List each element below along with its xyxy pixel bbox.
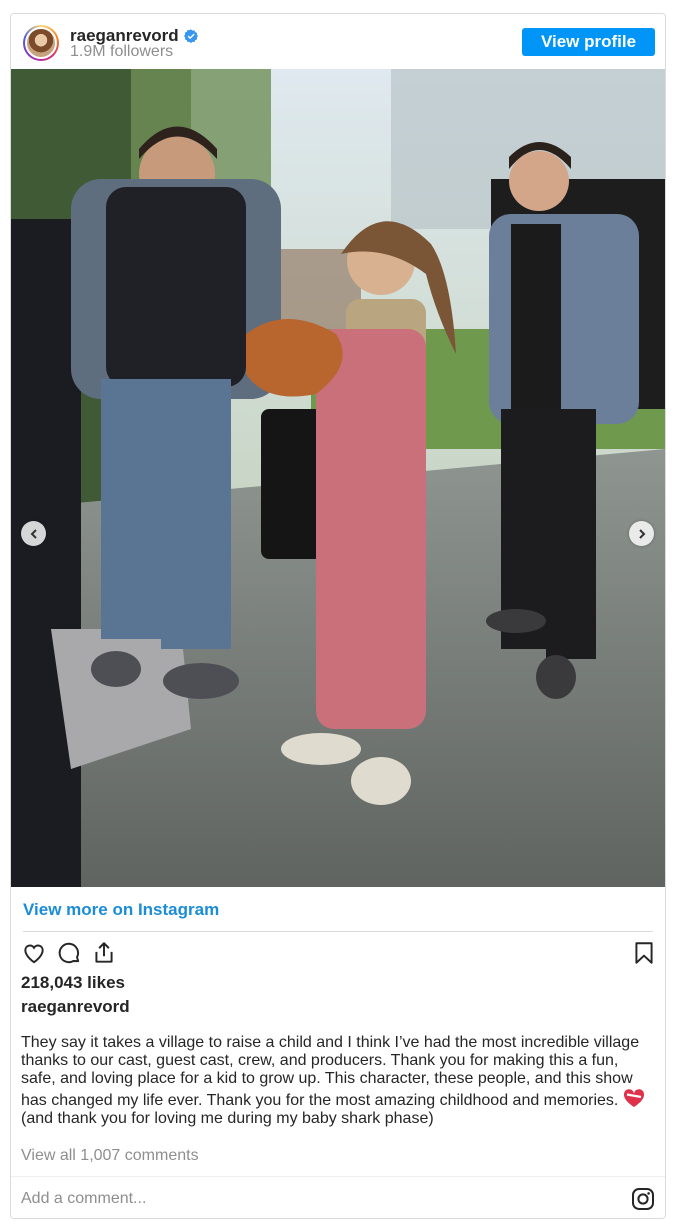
- view-profile-button[interactable]: View profile: [522, 28, 655, 56]
- add-comment-field[interactable]: Add a comment...: [21, 1190, 146, 1208]
- caption-username[interactable]: raeganrevord: [21, 997, 130, 1017]
- post-caption: They say it takes a village to raise a c…: [21, 1034, 657, 1128]
- instagram-embed-card: raeganrevord 1.9M followers View profile: [10, 13, 666, 1219]
- caption-text-end: (and thank you for loving me during my b…: [21, 1110, 434, 1127]
- profile-avatar[interactable]: [23, 25, 59, 61]
- like-count[interactable]: 218,043 likes: [21, 973, 125, 993]
- action-bar: [21, 940, 657, 968]
- next-slide-button[interactable]: [629, 521, 654, 546]
- post-photo[interactable]: [11, 69, 665, 887]
- photo-scene: [11, 69, 665, 887]
- share-icon[interactable]: [91, 940, 117, 966]
- caption-text: They say it takes a village to raise a c…: [21, 1034, 640, 1109]
- view-all-comments-link[interactable]: View all 1,007 comments: [21, 1147, 199, 1165]
- view-more-on-instagram-link[interactable]: View more on Instagram: [23, 900, 219, 920]
- divider: [11, 1176, 665, 1177]
- chevron-right-icon: [638, 528, 645, 539]
- verified-badge-icon: [183, 29, 198, 43]
- heart-outline-icon[interactable]: [21, 940, 47, 966]
- divider: [23, 931, 653, 932]
- chevron-left-icon: [30, 528, 37, 539]
- follower-count: 1.9M followers: [70, 43, 174, 60]
- comment-bubble-icon[interactable]: [56, 940, 82, 966]
- previous-slide-button[interactable]: [21, 521, 46, 546]
- red-heart-emoji-icon: [623, 1089, 644, 1107]
- instagram-logo-icon[interactable]: [631, 1187, 655, 1211]
- bookmark-icon[interactable]: [631, 940, 657, 966]
- post-header: raeganrevord 1.9M followers View profile: [11, 14, 665, 69]
